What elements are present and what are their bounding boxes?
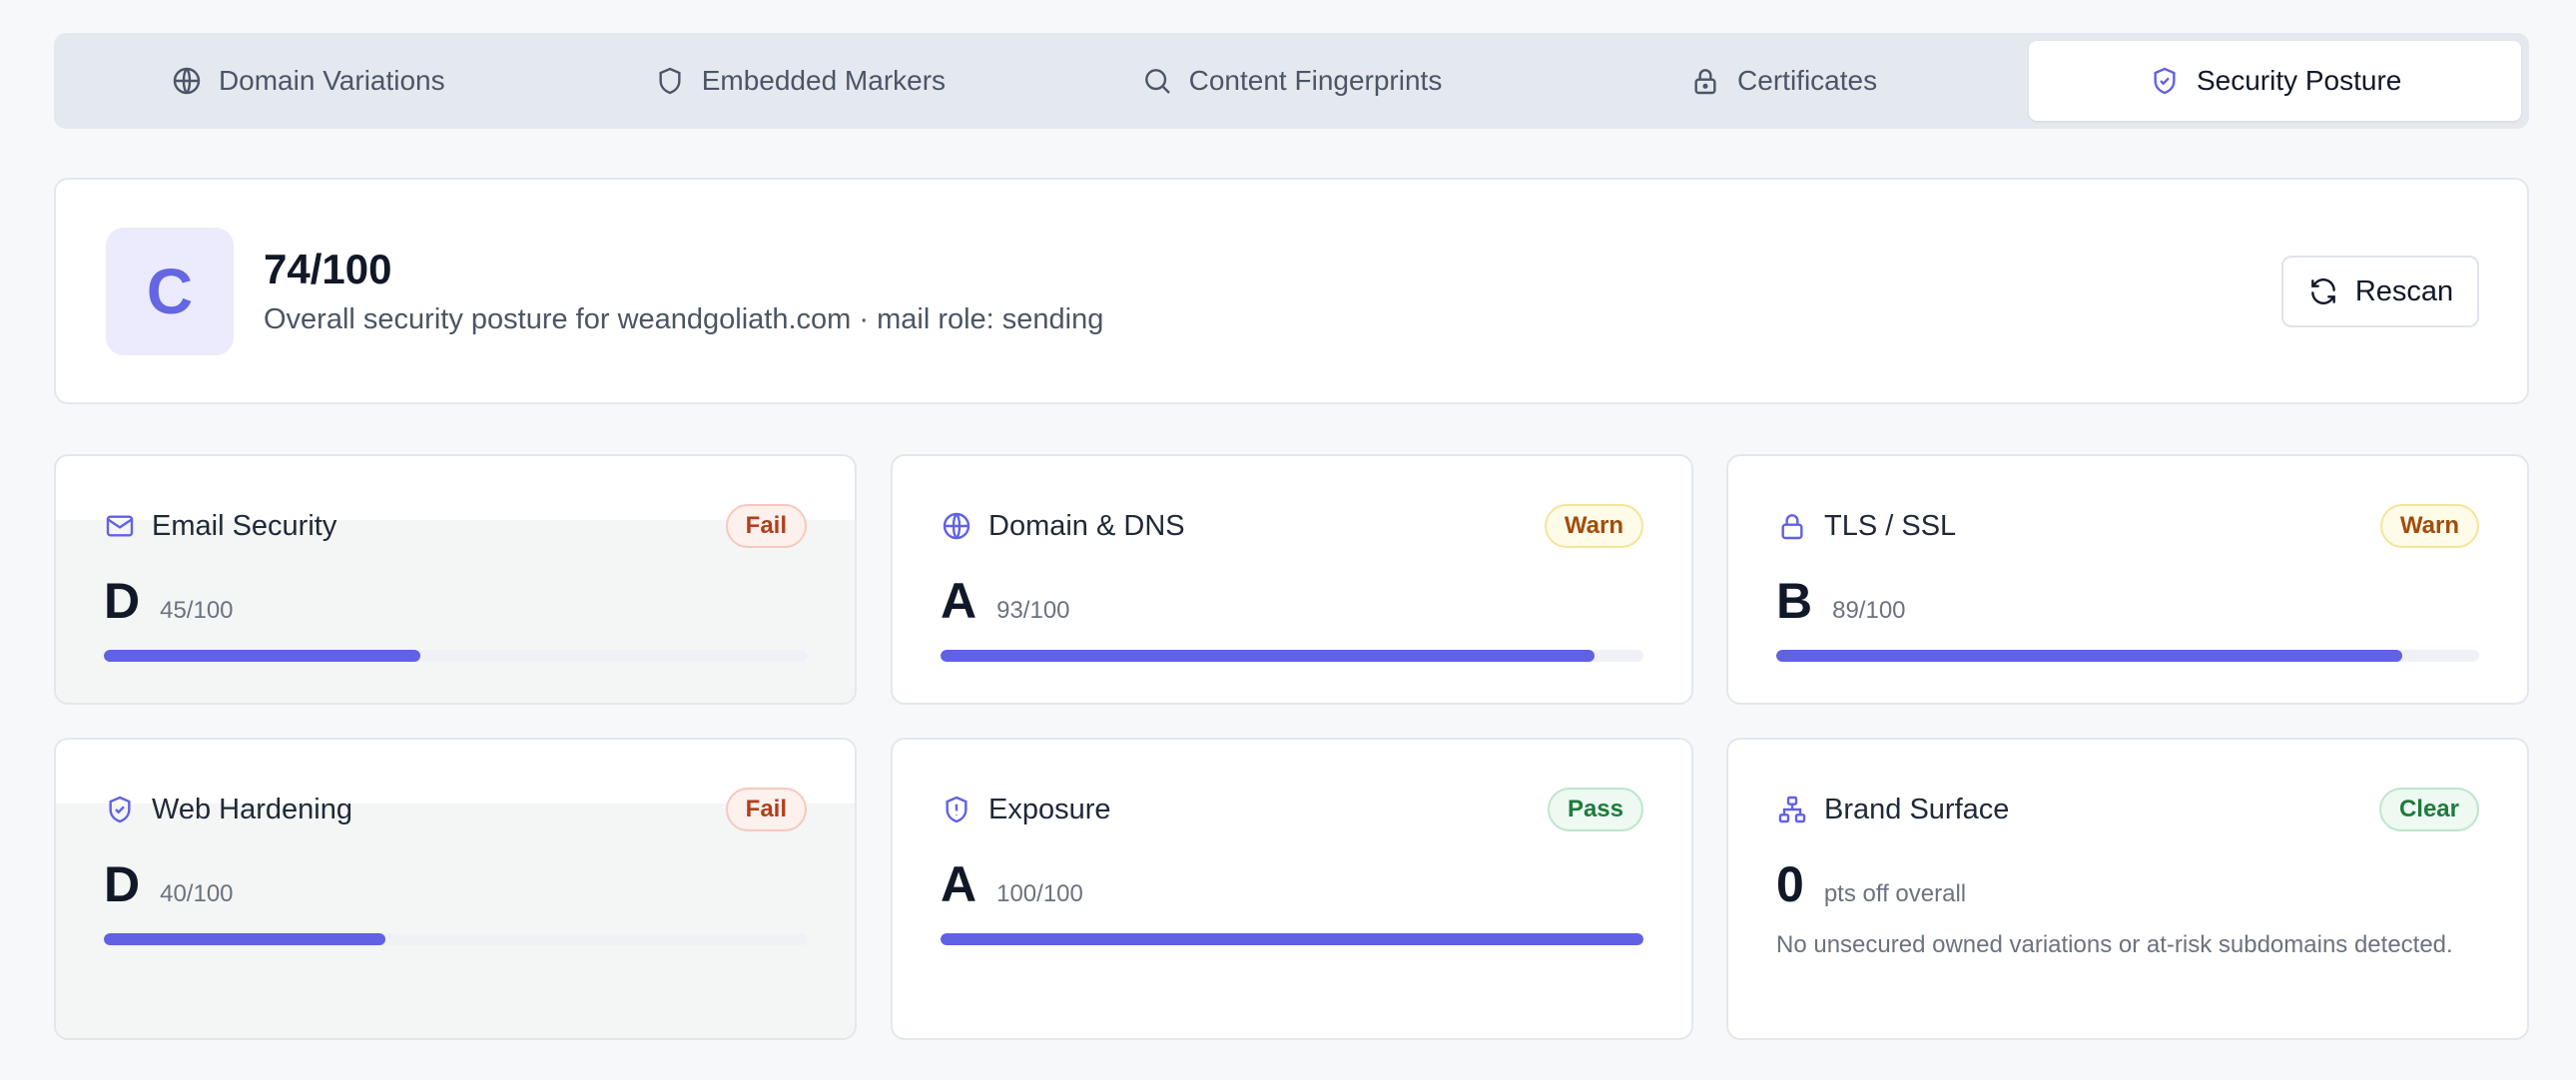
shield-check-icon (2154, 67, 2176, 95)
category-title: Brand Surface (1824, 793, 2010, 825)
category-grade: A (941, 856, 977, 912)
overall-description: Overall security posture for weandgoliat… (264, 303, 1104, 335)
tab-embedded-markers[interactable]: Embedded Markers (554, 41, 1046, 121)
rescan-button[interactable]: Rescan (2281, 256, 2479, 327)
tab-label: Content Fingerprints (1188, 65, 1443, 96)
rescan-label: Rescan (2354, 274, 2454, 307)
tab-label: Certificates (1737, 65, 1878, 96)
search-icon (1144, 69, 1170, 94)
status-badge: Fail (725, 788, 807, 831)
tab-label: Embedded Markers (701, 65, 947, 96)
category-grade: D (104, 856, 141, 912)
category-grade: 0 (1776, 856, 1804, 912)
score-progress-fill (941, 933, 1643, 945)
refresh-icon (2310, 278, 2335, 304)
score-progress-bar (941, 933, 1643, 945)
status-badge: Clear (2378, 788, 2479, 831)
category-title: Domain & DNS (988, 509, 1185, 542)
score-progress-fill (104, 933, 385, 945)
globe-icon (173, 67, 201, 95)
category-score: 100/100 (996, 880, 1083, 907)
lock-icon (1694, 69, 1716, 95)
category-title: Web Hardening (152, 793, 352, 825)
shield-check-icon (109, 796, 131, 823)
score-progress-fill (941, 650, 1595, 662)
category-score: 45/100 (160, 597, 234, 624)
category-card-domain-dns[interactable]: Domain & DNS Warn A 93/100 (891, 454, 1693, 705)
category-grade: A (941, 573, 977, 629)
tab-content-fingerprints[interactable]: Content Fingerprints (1045, 41, 1538, 121)
brand-surface-note: No unsecured owned variations or at-risk… (1776, 931, 2453, 958)
shield-icon (659, 67, 681, 95)
category-score: 93/100 (996, 597, 1070, 624)
category-card-tls-ssl[interactable]: TLS / SSL Warn B 89/100 (1726, 454, 2529, 705)
category-card-email-security[interactable]: Email Security Fail D 45/100 (54, 454, 857, 705)
category-card-web-hardening[interactable]: Web Hardening Fail D 40/100 (54, 738, 857, 1040)
lock-icon (1781, 514, 1803, 540)
tab-domain-variations[interactable]: Domain Variations (62, 41, 554, 121)
score-progress-bar (1776, 650, 2479, 662)
score-progress-bar (104, 933, 807, 945)
category-title: Email Security (152, 509, 337, 542)
status-badge: Pass (1547, 788, 1643, 831)
status-badge: Warn (2379, 504, 2479, 548)
mail-icon (106, 515, 134, 537)
category-title: TLS / SSL (1824, 509, 1957, 542)
score-progress-bar (104, 650, 807, 662)
category-score: pts off overall (1823, 880, 1967, 907)
overall-grade: C (106, 228, 234, 355)
tab-security-posture[interactable]: Security Posture (2029, 41, 2521, 121)
category-card-exposure[interactable]: Exposure Pass A 100/100 (891, 738, 1693, 1040)
tab-certificates[interactable]: Certificates (1538, 41, 2030, 121)
status-badge: Warn (1544, 504, 1643, 548)
overall-score: 74/100 (264, 246, 392, 292)
tab-label: Domain Variations (218, 65, 445, 96)
category-grade: B (1776, 573, 1813, 629)
score-progress-fill (104, 650, 420, 662)
globe-icon (943, 512, 970, 540)
tab-label: Security Posture (2196, 65, 2402, 96)
score-progress-bar (941, 650, 1643, 662)
category-card-brand-surface[interactable]: Brand Surface Clear 0 pts off overall No… (1726, 738, 2529, 1040)
score-progress-fill (1776, 650, 2402, 662)
category-score: 40/100 (160, 880, 234, 907)
posture-summary-card: C 74/100 Overall security posture for we… (54, 178, 2529, 404)
status-badge: Fail (725, 504, 807, 548)
category-score: 89/100 (1832, 597, 1906, 624)
network-icon (1778, 796, 1806, 823)
shield-alert-icon (946, 796, 967, 823)
category-grade: D (104, 573, 141, 629)
category-title: Exposure (988, 793, 1111, 825)
tab-bar: Domain Variations Embedded Markers Conte… (54, 33, 2529, 129)
